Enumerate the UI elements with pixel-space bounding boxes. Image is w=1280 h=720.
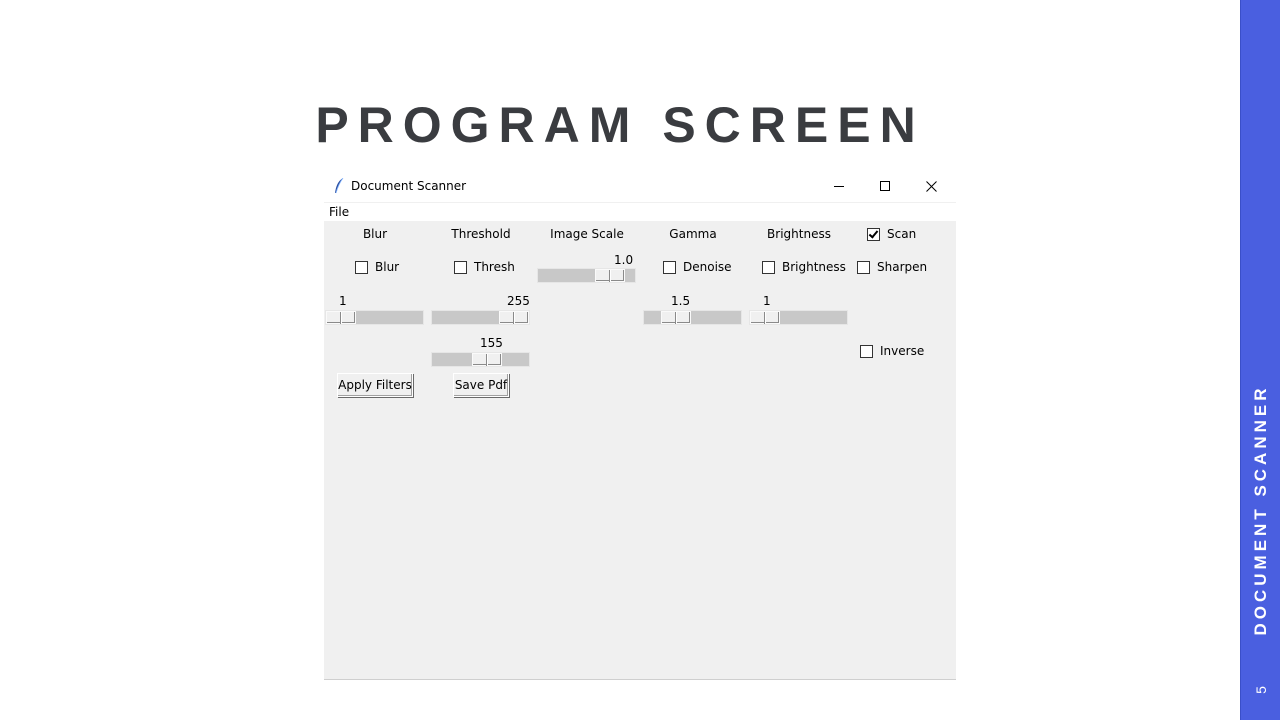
brightness-label: Brightness	[782, 260, 846, 274]
blur-slider[interactable]	[325, 310, 424, 325]
close-icon	[926, 181, 937, 192]
denoise-check-box[interactable]	[663, 261, 676, 274]
sharpen-label: Sharpen	[877, 260, 928, 274]
threshold-max-slider[interactable]	[431, 310, 530, 325]
close-button[interactable]	[908, 172, 954, 202]
title-bar: Document Scanner	[324, 172, 956, 202]
denoise-label: Denoise	[683, 260, 732, 274]
gamma-slider[interactable]	[643, 310, 742, 325]
blur-thumb[interactable]	[326, 311, 356, 324]
brightness-check-box[interactable]	[762, 261, 775, 274]
threshold-max-thumb[interactable]	[499, 311, 529, 324]
brightness-value: 1	[763, 294, 771, 308]
threshold-min-value: 155	[480, 336, 503, 350]
image-scale-thumb[interactable]	[595, 269, 625, 282]
minimize-icon	[834, 186, 844, 187]
feather-icon	[335, 178, 344, 194]
header-brightness: Brightness	[767, 227, 831, 241]
scan-label: Scan	[887, 227, 917, 241]
inverse-label: Inverse	[880, 344, 925, 358]
slide-title: PROGRAM SCREEN	[315, 97, 925, 153]
save-pdf-button[interactable]: Save Pdf	[453, 373, 509, 397]
app-window: Document Scanner File Blur Threshold Ima…	[324, 172, 956, 680]
threshold-max-value: 255	[507, 294, 530, 308]
threshold-min-slider[interactable]	[431, 352, 530, 367]
header-gamma: Gamma	[669, 227, 717, 241]
controls-panel: Blur Threshold Image Scale Gamma Brightn…	[324, 220, 956, 679]
blur-check-box[interactable]	[355, 261, 368, 274]
image-scale-value: 1.0	[614, 253, 634, 267]
blur-value: 1	[339, 294, 347, 308]
gamma-value: 1.5	[671, 294, 691, 308]
thresh-label: Thresh	[474, 260, 515, 274]
menu-bar: File	[324, 202, 956, 221]
apply-filters-button[interactable]: Apply Filters	[337, 373, 413, 397]
header-image-scale: Image Scale	[550, 227, 624, 241]
menu-file[interactable]: File	[329, 205, 349, 219]
minimize-button[interactable]	[816, 172, 862, 202]
blur-label: Blur	[375, 260, 400, 274]
scan-check-box[interactable]	[867, 228, 880, 241]
threshold-min-thumb[interactable]	[472, 353, 502, 366]
page-number: 5	[1253, 686, 1269, 694]
gamma-thumb[interactable]	[661, 311, 691, 324]
brightness-slider[interactable]	[749, 310, 848, 325]
image-scale-slider[interactable]	[537, 268, 636, 283]
sharpen-check-box[interactable]	[857, 261, 870, 274]
header-blur: Blur	[362, 227, 388, 241]
header-threshold: Threshold	[451, 227, 511, 241]
maximize-button[interactable]	[862, 172, 908, 202]
inverse-check-box[interactable]	[860, 345, 873, 358]
side-label: DOCUMENT SCANNER	[1251, 384, 1270, 636]
brightness-thumb[interactable]	[750, 311, 780, 324]
window-title: Document Scanner	[351, 179, 467, 193]
thresh-check-box[interactable]	[454, 261, 467, 274]
maximize-icon	[880, 181, 890, 191]
